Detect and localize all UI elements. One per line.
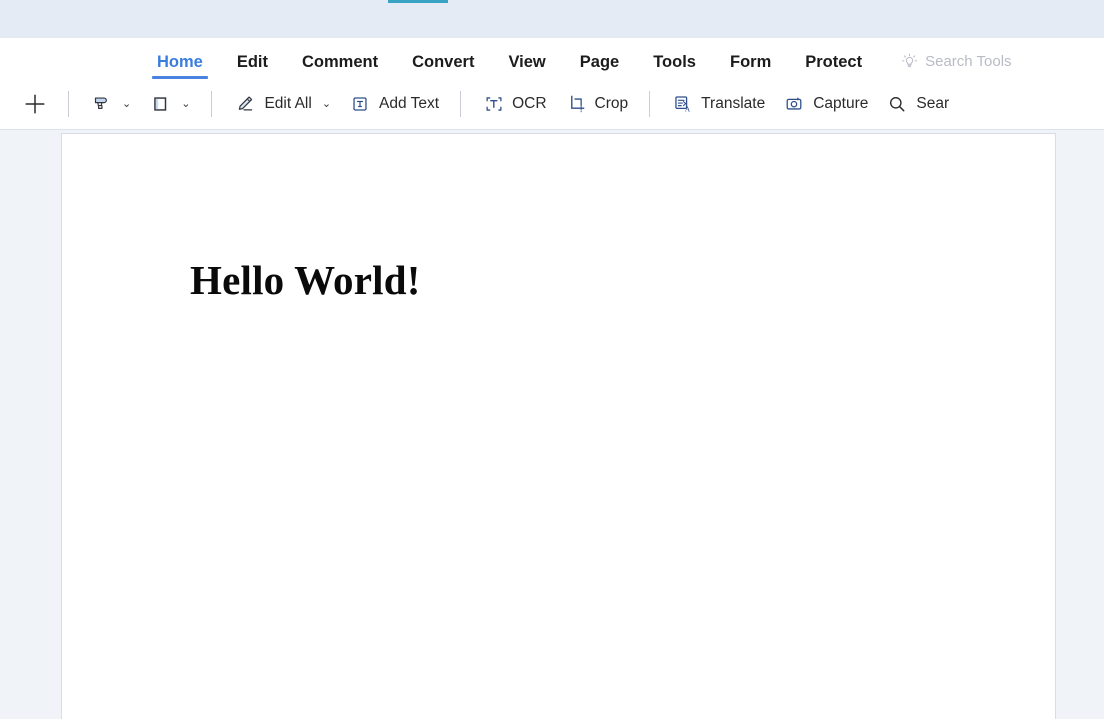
tab-comment[interactable]: Comment xyxy=(285,52,395,80)
tab-home[interactable]: Home xyxy=(140,52,220,80)
window-title-strip xyxy=(0,0,1104,38)
add-text-button[interactable]: Add Text xyxy=(340,87,448,121)
tab-tools[interactable]: Tools xyxy=(636,52,713,80)
tab-convert[interactable]: Convert xyxy=(395,52,491,80)
tab-form-label: Form xyxy=(729,52,772,71)
ocr-label: OCR xyxy=(512,95,547,113)
edit-all-label: Edit All xyxy=(264,95,312,113)
chevron-down-icon[interactable]: ⌄ xyxy=(122,98,131,110)
toolbar-separator xyxy=(460,91,462,117)
capture-label: Capture xyxy=(813,95,869,113)
ribbon: Home Edit Comment Convert View Page Tool… xyxy=(0,38,1104,130)
chevron-down-icon[interactable]: ⌄ xyxy=(181,98,190,110)
translate-button[interactable]: A Translate xyxy=(662,87,774,121)
rectangle-icon xyxy=(149,93,171,115)
edit-all-button[interactable]: Edit All ⌄ xyxy=(224,87,340,121)
tab-home-label: Home xyxy=(157,52,203,71)
plus-icon xyxy=(23,92,47,116)
document-canvas[interactable]: Hello World! xyxy=(0,130,1104,719)
search-button[interactable]: Sear xyxy=(877,87,958,121)
search-tools-button[interactable]: Search Tools xyxy=(879,53,1012,79)
tab-form[interactable]: Form xyxy=(713,52,788,80)
add-text-label: Add Text xyxy=(379,95,440,113)
lightbulb-icon xyxy=(901,53,918,70)
tab-protect-label: Protect xyxy=(805,52,863,71)
chevron-down-icon[interactable]: ⌄ xyxy=(322,98,331,110)
search-tools-label: Search Tools xyxy=(925,53,1012,70)
pencil-icon xyxy=(233,93,256,116)
camera-icon xyxy=(783,93,805,115)
add-button[interactable] xyxy=(14,87,56,121)
document-heading: Hello World! xyxy=(190,257,421,303)
translate-icon: A xyxy=(671,93,693,115)
capture-button[interactable]: Capture xyxy=(774,87,877,121)
document-page[interactable]: Hello World! xyxy=(61,133,1056,719)
tab-edit[interactable]: Edit xyxy=(220,52,285,80)
add-text-icon xyxy=(349,93,371,115)
menu-tab-bar: Home Edit Comment Convert View Page Tool… xyxy=(0,38,1104,79)
tab-comment-label: Comment xyxy=(302,52,379,71)
active-document-tab-accent xyxy=(388,0,448,3)
crop-label: Crop xyxy=(594,95,629,113)
tab-page[interactable]: Page xyxy=(563,52,636,80)
highlighter-icon xyxy=(90,93,112,115)
translate-label: Translate xyxy=(701,95,766,113)
tab-view-label: View xyxy=(508,52,546,71)
toolbar-separator xyxy=(68,91,69,117)
svg-text:A: A xyxy=(685,105,691,114)
toolbar: ⌄ ⌄ Edit All ⌄ Add Text OCR Crop A Trans… xyxy=(0,79,1104,129)
ocr-button[interactable]: OCR xyxy=(473,87,555,121)
ocr-icon xyxy=(482,93,504,115)
toolbar-separator xyxy=(649,91,651,117)
highlighter-tool-button[interactable]: ⌄ xyxy=(81,87,140,121)
crop-icon xyxy=(565,93,587,115)
shape-tool-button[interactable]: ⌄ xyxy=(140,87,199,121)
crop-button[interactable]: Crop xyxy=(556,87,638,121)
tab-convert-label: Convert xyxy=(412,52,475,71)
tab-tools-label: Tools xyxy=(653,52,696,71)
toolbar-separator xyxy=(211,91,213,117)
tab-page-label: Page xyxy=(579,52,620,71)
tab-protect[interactable]: Protect xyxy=(788,52,879,80)
search-label: Sear xyxy=(916,95,950,113)
search-icon xyxy=(886,93,908,115)
tab-edit-label: Edit xyxy=(236,52,269,71)
tab-view[interactable]: View xyxy=(491,52,562,80)
